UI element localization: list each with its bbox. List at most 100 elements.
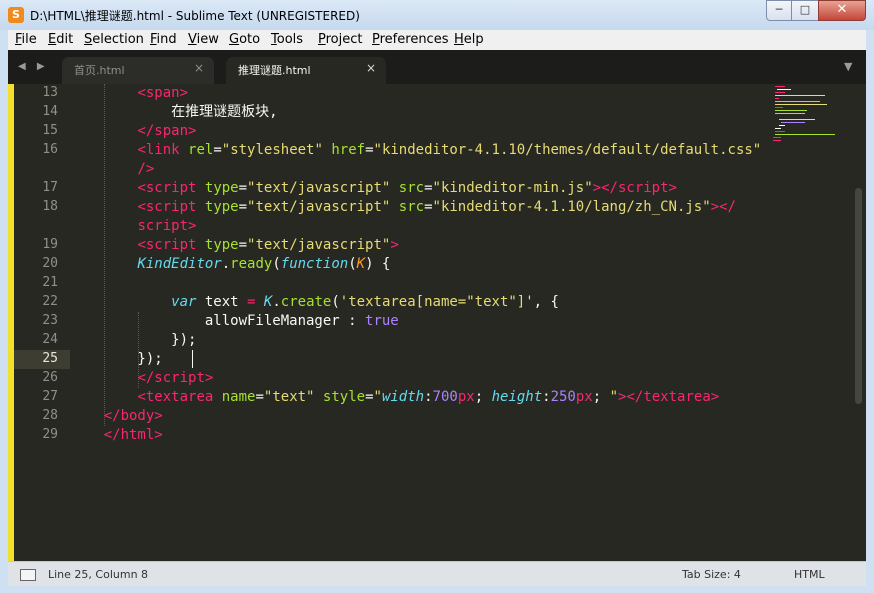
tab-label: 首页.html: [74, 64, 125, 77]
line-number: 18: [42, 199, 58, 214]
code-token: type: [204, 199, 239, 215]
code-token: function: [280, 256, 349, 272]
menu-file[interactable]: File: [15, 32, 37, 47]
code-line: <script type="text/javascript">: [70, 236, 398, 255]
code-token: script: [145, 237, 197, 253]
menu-preferences[interactable]: Preferences: [372, 32, 448, 47]
sublime-text-icon: S: [8, 7, 24, 23]
code-token: =: [424, 199, 433, 215]
code-token: K: [356, 256, 366, 272]
tab-close-icon[interactable]: ×: [366, 61, 376, 75]
code-token: =: [255, 389, 264, 405]
close-window-button[interactable]: ✕: [818, 0, 866, 21]
code-line: </body>: [70, 407, 163, 426]
code-token: script: [145, 199, 197, 215]
code-token: body: [120, 408, 155, 424]
code-token: href: [331, 142, 366, 158]
maximize-icon: □: [799, 3, 811, 16]
code-line: </html>: [70, 426, 163, 445]
menu-selection[interactable]: Selection: [84, 32, 144, 47]
code-line: <script type="text/javascript" src="kind…: [70, 198, 736, 217]
code-editor[interactable]: 13 14 15 16 17 18 19 20 21 22 23 24 25 26 27 28 29 <span…: [8, 84, 866, 561]
code-token: >: [179, 85, 189, 101]
minimap[interactable]: [773, 86, 853, 156]
code-token: rel: [188, 142, 214, 158]
code-token: >: [710, 389, 720, 405]
tab-size-selector[interactable]: Tab Size: 4: [682, 568, 741, 581]
menu-project[interactable]: Project: [318, 32, 363, 47]
maximize-button[interactable]: □: [791, 0, 819, 21]
tab-list-dropdown-icon[interactable]: ▼: [844, 60, 852, 73]
code-line: <span>: [70, 84, 188, 103]
code-token: width: [381, 389, 425, 405]
code-token: ready: [230, 256, 273, 272]
code-token: var: [171, 294, 197, 310]
code-token: type: [204, 180, 239, 196]
tab-label: 推理谜题.html: [238, 64, 311, 77]
code-line: allowFileManager : true: [70, 312, 399, 331]
code-token: ": [609, 389, 619, 405]
menu-goto[interactable]: Goto: [229, 32, 260, 47]
code-token: ></: [710, 199, 736, 215]
cursor-position: Line 25, Column 8: [48, 568, 149, 581]
tab-close-icon[interactable]: ×: [194, 61, 204, 75]
line-number: 13: [42, 85, 58, 100]
code-token: </: [103, 408, 121, 424]
code-token: =: [238, 237, 248, 253]
menu-help[interactable]: Help: [454, 32, 484, 47]
menu-find[interactable]: Find: [150, 32, 177, 47]
tab-index-html[interactable]: 首页.html ×: [62, 57, 214, 84]
code-token: <: [137, 85, 146, 101]
syntax-selector[interactable]: HTML: [794, 568, 825, 581]
line-number: 25: [42, 351, 58, 366]
code-token: />: [137, 161, 155, 177]
menu-edit[interactable]: Edit: [48, 32, 73, 47]
code-line: <textarea name="text" style="width:700px…: [70, 388, 719, 407]
code-token: px: [575, 389, 593, 405]
code-token: <: [137, 180, 146, 196]
code-token: "kindeditor-4.1.10/themes/default/defaul…: [373, 142, 762, 158]
panel-toggle-icon[interactable]: [20, 569, 36, 581]
text-cursor: [192, 350, 193, 368]
tab-nav-arrows-icon[interactable]: ◀ ▶: [18, 61, 49, 72]
code-token: , {: [533, 294, 559, 310]
code-token: >: [668, 180, 677, 196]
code-token: allowFileManager :: [70, 313, 366, 329]
code-token: ;: [474, 389, 492, 405]
code-area[interactable]: <span> 在推理谜题板块, </span> <link rel="style…: [70, 84, 770, 561]
tab-puzzle-html[interactable]: 推理谜题.html ×: [226, 57, 386, 84]
code-line: var text = K.create('textarea[name="text…: [70, 293, 559, 312]
code-token: 250: [550, 389, 576, 405]
code-token: =: [424, 180, 433, 196]
code-token: "stylesheet": [221, 142, 323, 158]
line-number: 22: [42, 294, 58, 309]
code-token: 在推理谜题板块,: [70, 104, 278, 120]
code-token: ": [373, 389, 382, 405]
code-token: </: [103, 427, 121, 443]
minimize-button[interactable]: ─: [766, 0, 792, 21]
code-token: <: [137, 199, 146, 215]
code-token: });: [70, 332, 197, 348]
code-token: text: [196, 294, 248, 310]
code-token: >: [154, 427, 163, 443]
code-token: ></: [592, 180, 618, 196]
menu-tools[interactable]: Tools: [271, 32, 303, 47]
line-number: 17: [42, 180, 58, 195]
code-token: "text/javascript": [247, 180, 391, 196]
vertical-scrollbar[interactable]: [855, 188, 862, 404]
code-token: script: [617, 180, 669, 196]
code-line: />: [70, 160, 154, 179]
line-number: 23: [42, 313, 58, 328]
menu-view[interactable]: View: [188, 32, 219, 47]
line-number-gutter: 13 14 15 16 17 18 19 20 21 22 23 24 25 26 27 28 29: [14, 84, 58, 561]
